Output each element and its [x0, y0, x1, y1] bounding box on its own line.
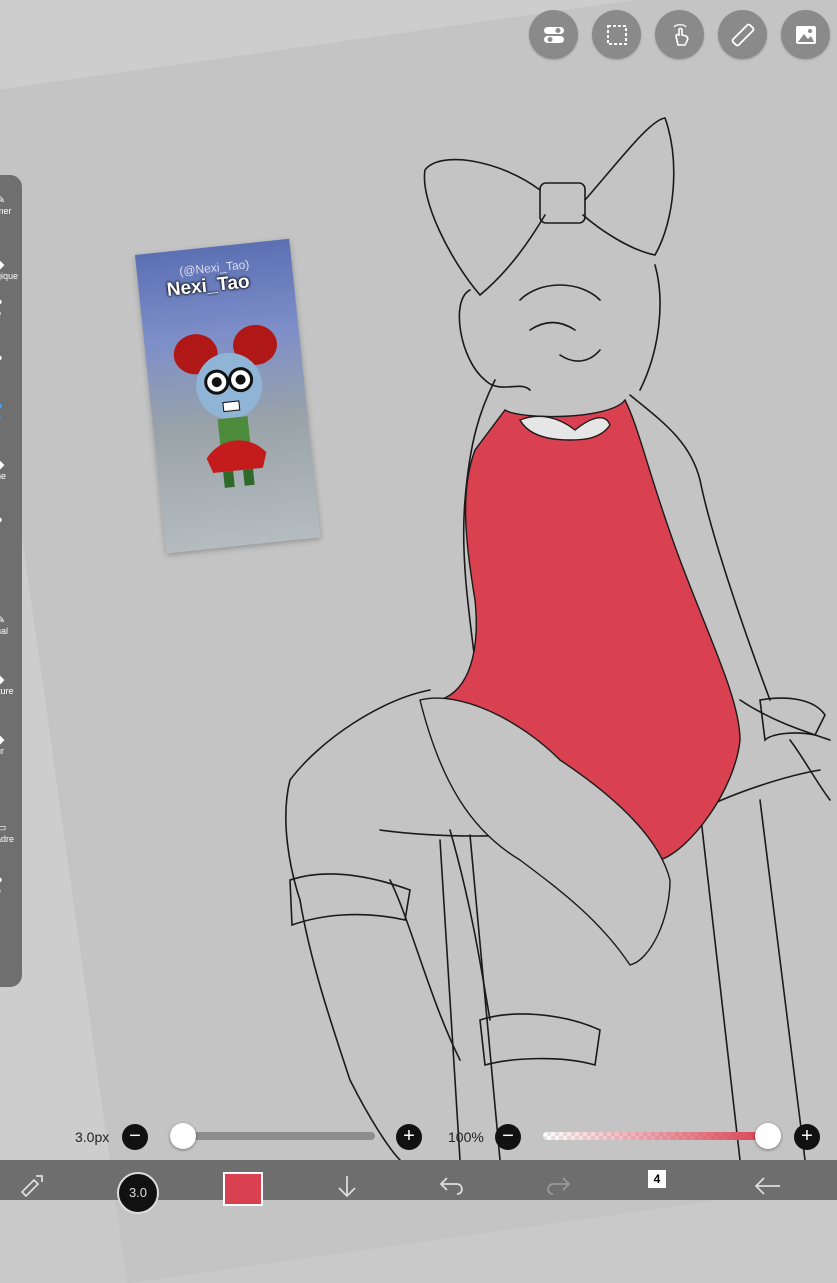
- undo-icon[interactable]: [437, 1174, 467, 1198]
- artwork-drawing: [285, 117, 831, 1160]
- layers-button[interactable]: 4: [648, 1170, 666, 1188]
- frame-icon: ▭: [0, 822, 7, 834]
- side-item[interactable]: ●: [0, 353, 3, 364]
- transform-tool-icon[interactable]: [18, 1170, 46, 1198]
- brush-size-slider-track[interactable]: [170, 1132, 375, 1140]
- side-item[interactable]: ▭adre: [0, 822, 14, 845]
- image-icon: [795, 25, 816, 44]
- ruler-icon: [731, 23, 754, 46]
- redo-icon[interactable]: [543, 1174, 573, 1198]
- brush-size-button[interactable]: 3.0: [117, 1172, 159, 1214]
- opacity-value: 100%: [448, 1129, 484, 1145]
- brush-icon: ◆: [0, 734, 5, 746]
- brush-icon: ◆: [0, 674, 5, 686]
- side-item[interactable]: ◆ur: [0, 734, 5, 757]
- brush-size-minus-button[interactable]: −: [122, 1124, 148, 1150]
- side-item[interactable]: ✎ual: [0, 614, 8, 637]
- brush-icon: ✎: [0, 614, 6, 626]
- brush-icon: ●: [0, 401, 3, 412]
- brush-toolbar: ✎mer ◆gique ●o ● ●e ◆ne ● ✎ual ◆iture ◆u…: [0, 175, 22, 987]
- toggle-button[interactable]: [529, 10, 578, 59]
- opacity-plus-button[interactable]: +: [794, 1124, 820, 1150]
- top-toolbar: [529, 10, 830, 59]
- selection-button[interactable]: [592, 10, 641, 59]
- brush-icon: ●: [0, 297, 3, 308]
- toggle-icon: [543, 26, 564, 43]
- selection-icon: [606, 24, 627, 45]
- touch-gesture-icon: [672, 23, 688, 46]
- reference-character: [173, 324, 278, 488]
- side-item[interactable]: ●e: [0, 875, 3, 897]
- brush-icon: ●: [0, 875, 3, 886]
- touch-gesture-button[interactable]: [655, 10, 704, 59]
- brush-icon: ●: [0, 515, 3, 526]
- side-item[interactable]: ◆gique: [0, 259, 18, 282]
- brush-icon: ◆: [0, 259, 5, 271]
- slider-row: 3.0px − + 100% − +: [0, 1122, 837, 1152]
- brush-size-plus-button[interactable]: +: [396, 1124, 422, 1150]
- drawing-canvas[interactable]: (@Nexi_Tao) Nexi_Tao: [0, 0, 837, 1283]
- side-item[interactable]: ●: [0, 515, 3, 526]
- side-item-active[interactable]: ●e: [0, 401, 3, 423]
- ruler-button[interactable]: [718, 10, 767, 59]
- brush-icon: ◆: [0, 459, 5, 471]
- side-item[interactable]: ◆iture: [0, 674, 14, 697]
- opacity-slider-thumb[interactable]: [755, 1123, 781, 1149]
- download-arrow-icon[interactable]: [333, 1174, 361, 1200]
- side-item[interactable]: ✎mer: [0, 194, 12, 217]
- bottom-toolbar: 3.0 4: [0, 1160, 837, 1214]
- side-item[interactable]: ◆ne: [0, 459, 6, 482]
- opacity-slider-track[interactable]: [543, 1132, 768, 1140]
- side-item[interactable]: ●o: [0, 297, 3, 319]
- opacity-minus-button[interactable]: −: [495, 1124, 521, 1150]
- back-arrow-icon[interactable]: [752, 1174, 782, 1198]
- brush-icon: ✎: [0, 194, 6, 206]
- color-picker-button[interactable]: [223, 1172, 263, 1206]
- brush-size-value: 3.0px: [75, 1129, 110, 1145]
- brush-size-slider-thumb[interactable]: [170, 1123, 196, 1149]
- image-button[interactable]: [781, 10, 830, 59]
- reference-image[interactable]: (@Nexi_Tao) Nexi_Tao: [135, 238, 321, 554]
- brush-icon: ●: [0, 353, 3, 364]
